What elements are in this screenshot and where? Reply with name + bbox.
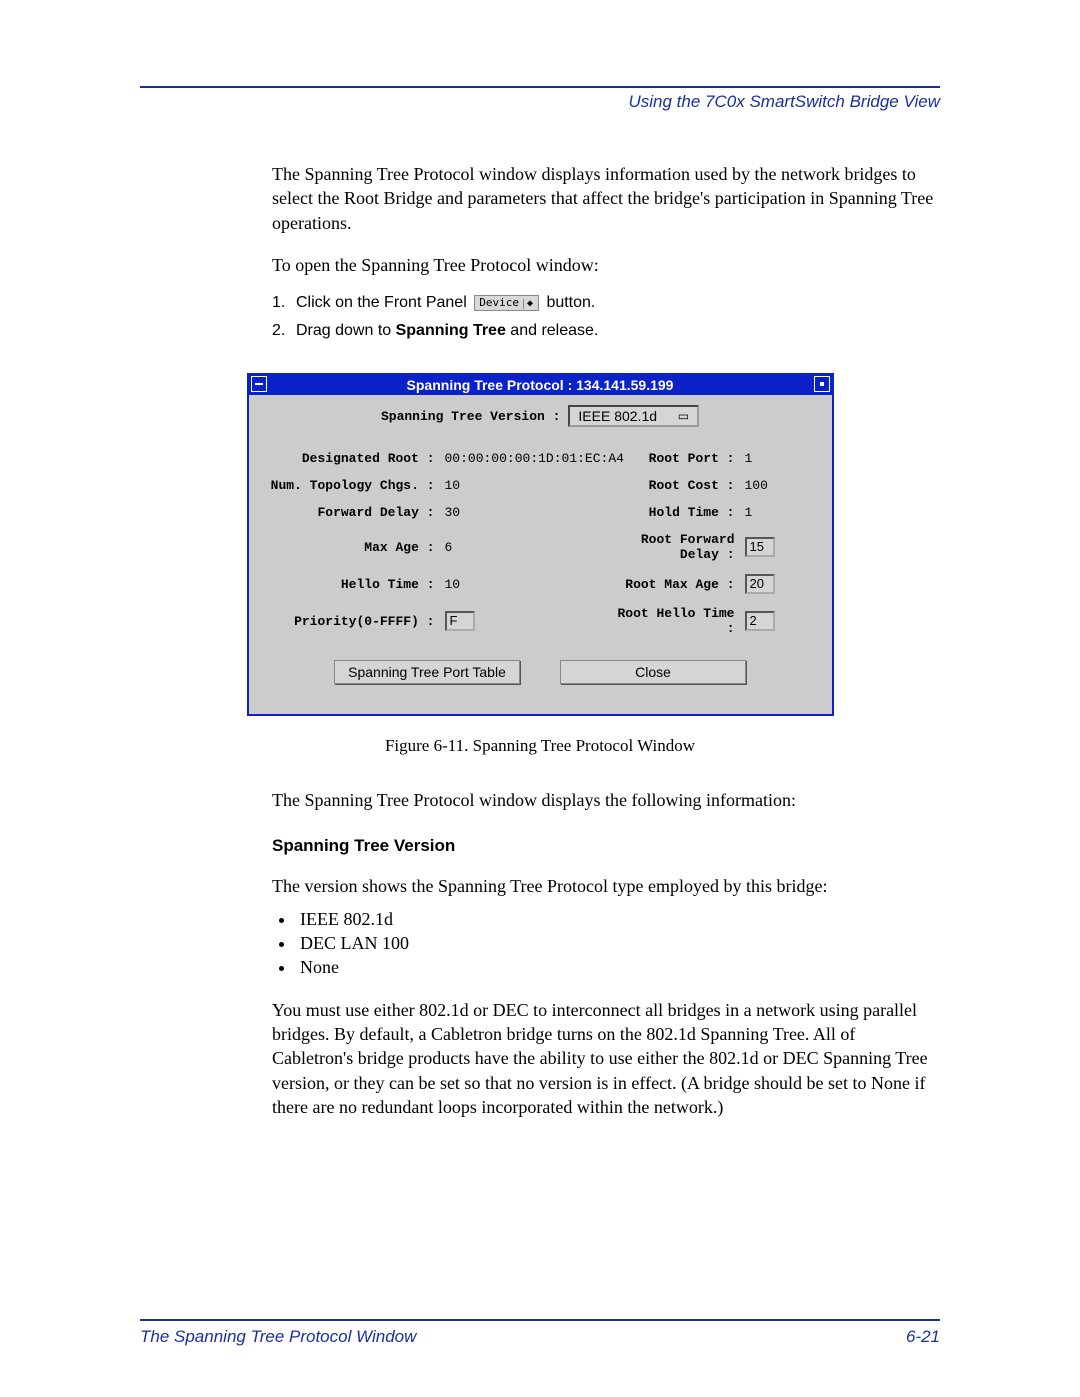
close-button[interactable]: Close <box>560 660 746 684</box>
root-cost-value: 100 <box>745 478 785 493</box>
root-forward-delay-input[interactable]: 15 <box>745 537 785 557</box>
num-topology-chgs-value: 10 <box>445 478 605 493</box>
step-text-after: and release. <box>506 322 599 339</box>
designated-root-value: 00:00:00:00:1D:01:EC:A4 <box>445 451 605 466</box>
root-max-age-label: Root Max Age : <box>605 577 745 592</box>
root-max-age-input[interactable]: 20 <box>745 574 785 594</box>
after-paragraph-3: You must use either 802.1d or DEC to int… <box>272 998 938 1119</box>
version-value: IEEE 802.1d <box>578 408 657 424</box>
header-rule <box>140 86 940 88</box>
device-dropdown-label: Device <box>479 296 519 309</box>
hello-time-value: 10 <box>445 577 605 592</box>
spanning-tree-version-heading: Spanning Tree Version <box>272 836 938 856</box>
priority-label: Priority(0-FFFF) : <box>265 614 445 629</box>
priority-input[interactable]: F <box>445 611 605 631</box>
stp-fields-grid: Designated Root : 00:00:00:00:1D:01:EC:A… <box>265 451 816 636</box>
step-text-before: Drag down to <box>296 322 396 339</box>
step-number: 1. <box>272 291 296 315</box>
stp-window-body: Spanning Tree Version : IEEE 802.1d ▭ De… <box>249 395 832 714</box>
window-minimize-icon[interactable] <box>814 376 830 392</box>
spanning-tree-version-row: Spanning Tree Version : IEEE 802.1d ▭ <box>265 405 816 427</box>
step-2: 2. Drag down to Spanning Tree and releas… <box>272 319 938 343</box>
root-cost-label: Root Cost : <box>605 478 745 493</box>
hold-time-label: Hold Time : <box>605 505 745 520</box>
max-age-label: Max Age : <box>265 540 445 555</box>
chevron-down-icon: ◆ <box>523 299 536 309</box>
num-topology-chgs-label: Num. Topology Chgs. : <box>265 478 445 493</box>
intro-paragraph-1: The Spanning Tree Protocol window displa… <box>272 162 938 235</box>
version-select[interactable]: IEEE 802.1d ▭ <box>568 405 699 427</box>
step-text: Drag down to Spanning Tree and release. <box>296 319 938 343</box>
window-menu-icon[interactable] <box>251 376 267 392</box>
root-hello-time-label: Root Hello Time : <box>605 606 745 636</box>
body-content: The Spanning Tree Protocol window displa… <box>272 162 938 343</box>
footer-left: The Spanning Tree Protocol Window <box>140 1327 416 1347</box>
list-item: IEEE 802.1d <box>296 907 938 931</box>
list-item: DEC LAN 100 <box>296 931 938 955</box>
root-port-value: 1 <box>745 451 785 466</box>
forward-delay-label: Forward Delay : <box>265 505 445 520</box>
hold-time-value: 1 <box>745 505 785 520</box>
after-paragraph-2: The version shows the Spanning Tree Prot… <box>272 874 938 898</box>
stp-protocol-window: Spanning Tree Protocol : 134.141.59.199 … <box>247 373 834 716</box>
step-text-bold: Spanning Tree <box>396 322 506 339</box>
step-text: Click on the Front Panel Device ◆ button. <box>296 291 938 315</box>
stp-button-row: Spanning Tree Port Table Close <box>265 660 816 684</box>
window-title: Spanning Tree Protocol : 134.141.59.199 <box>407 375 674 395</box>
forward-delay-value: 30 <box>445 505 605 520</box>
page-footer: The Spanning Tree Protocol Window 6-21 <box>140 1319 940 1347</box>
hello-time-label: Hello Time : <box>265 577 445 592</box>
step-1: 1. Click on the Front Panel Device ◆ butt… <box>272 291 938 315</box>
window-titlebar: Spanning Tree Protocol : 134.141.59.199 <box>249 375 832 395</box>
document-page: Using the 7C0x SmartSwitch Bridge View T… <box>0 0 1080 1397</box>
root-hello-time-input[interactable]: 2 <box>745 611 785 631</box>
step-number: 2. <box>272 319 296 343</box>
after-paragraph-1: The Spanning Tree Protocol window displa… <box>272 788 938 812</box>
root-forward-delay-label: Root Forward Delay : <box>605 532 745 562</box>
version-bullet-list: IEEE 802.1d DEC LAN 100 None <box>272 907 938 980</box>
step-text-before: Click on the Front Panel <box>296 294 471 311</box>
list-item: None <box>296 955 938 979</box>
root-port-label: Root Port : <box>605 451 745 466</box>
step-text-after: button. <box>546 294 595 311</box>
footer-page-number: 6-21 <box>906 1327 940 1347</box>
figure-caption: Figure 6-11. Spanning Tree Protocol Wind… <box>140 736 940 756</box>
dropdown-icon: ▭ <box>673 409 689 423</box>
version-label: Spanning Tree Version : <box>381 409 560 424</box>
intro-paragraph-2: To open the Spanning Tree Protocol windo… <box>272 253 938 277</box>
device-dropdown-icon: Device ◆ <box>474 295 539 311</box>
designated-root-label: Designated Root : <box>265 451 445 466</box>
header-breadcrumb: Using the 7C0x SmartSwitch Bridge View <box>140 92 940 112</box>
spanning-tree-port-table-button[interactable]: Spanning Tree Port Table <box>334 660 520 684</box>
max-age-value: 6 <box>445 540 605 555</box>
lower-body-content: The Spanning Tree Protocol window displa… <box>272 788 938 1119</box>
